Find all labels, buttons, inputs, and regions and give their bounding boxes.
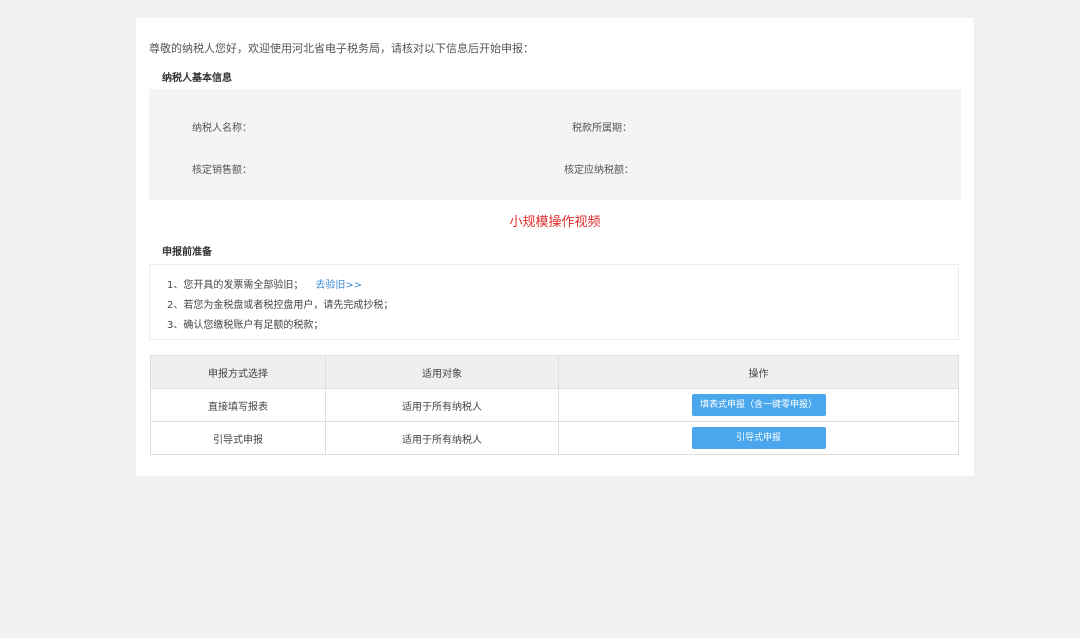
row-target: 适用于所有纳税人 [325, 421, 559, 455]
table-header-row: 申报方式选择 适用对象 操作 [150, 355, 959, 389]
operation-video-link[interactable]: 小规模操作视频 [136, 211, 974, 230]
row-action-cell: 引导式申报 [558, 421, 959, 455]
prep-title: 申报前准备 [162, 247, 212, 258]
prep-item-3: 3、确认您缴税账户有足额的税款； [167, 320, 324, 331]
header-method: 申报方式选择 [150, 355, 326, 389]
basic-info-panel: 纳税人名称： 税款所属期： 核定销售额： 核定应纳税额： [149, 89, 961, 200]
basic-info-title: 纳税人基本信息 [162, 73, 232, 84]
tax-period-label: 税款所属期： [572, 123, 632, 134]
table-row: 直接填写报表 适用于所有纳税人 填表式申报（含一键零申报） [150, 388, 959, 422]
prep-item-1: 1、您开具的发票需全部验旧； 去验旧>> [167, 276, 362, 291]
payable-tax-label: 核定应纳税额： [564, 165, 634, 176]
declaration-methods-table: 申报方式选择 适用对象 操作 直接填写报表 适用于所有纳税人 填表式申报（含一键… [150, 355, 959, 455]
header-action: 操作 [558, 355, 959, 389]
row-action-cell: 填表式申报（含一键零申报） [558, 388, 959, 422]
form-declaration-button[interactable]: 填表式申报（含一键零申报） [691, 394, 826, 416]
header-target: 适用对象 [325, 355, 559, 389]
verify-old-link[interactable]: 去验旧>> [315, 280, 362, 291]
guided-declaration-button[interactable]: 引导式申报 [691, 427, 826, 449]
declaration-card: 尊敬的纳税人您好，欢迎使用河北省电子税务局，请核对以下信息后开始申报： 纳税人基… [136, 18, 974, 476]
prep-item-1-text: 1、您开具的发票需全部验旧； [167, 280, 304, 291]
prep-item-2: 2、若您为金税盘或者税控盘用户，请先完成抄税； [167, 300, 394, 311]
prep-checklist: 1、您开具的发票需全部验旧； 去验旧>> 2、若您为金税盘或者税控盘用户，请先完成… [149, 264, 959, 340]
table-row: 引导式申报 适用于所有纳税人 引导式申报 [150, 421, 959, 455]
sales-amount-label: 核定销售额： [192, 165, 252, 176]
taxpayer-name-label: 纳税人名称： [192, 123, 252, 134]
greeting-text: 尊敬的纳税人您好，欢迎使用河北省电子税务局，请核对以下信息后开始申报： [149, 42, 534, 55]
row-method: 直接填写报表 [150, 388, 326, 422]
row-method: 引导式申报 [150, 421, 326, 455]
row-target: 适用于所有纳税人 [325, 388, 559, 422]
